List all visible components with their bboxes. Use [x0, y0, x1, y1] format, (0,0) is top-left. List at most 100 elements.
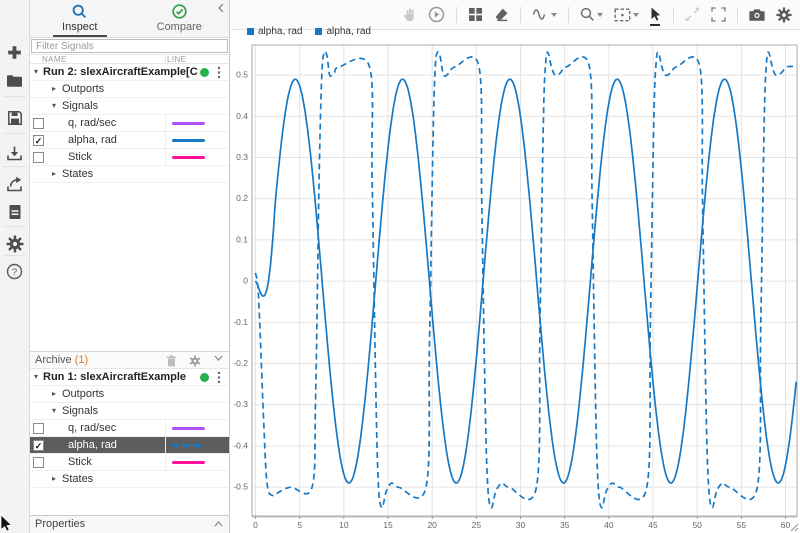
svg-text:20: 20 [427, 520, 437, 530]
column-name: NAME [42, 55, 67, 64]
create-report-button[interactable] [0, 197, 29, 227]
svg-text:-0.2: -0.2 [233, 358, 248, 368]
svg-text:45: 45 [648, 520, 658, 530]
signal-row-alpha[interactable]: alpha, rad [30, 437, 229, 454]
run2-title: Run 2: slexAircraftExample[Current] [43, 64, 198, 80]
svg-text:40: 40 [604, 520, 614, 530]
signal-line-swatch [172, 461, 205, 464]
signal-browser-panel: Inspect Compare NAME LINE ▾ Run 2: slexA… [30, 0, 230, 533]
help-button[interactable]: ? [0, 256, 29, 286]
svg-text:50: 50 [692, 520, 702, 530]
kebab-menu-icon[interactable] [217, 371, 221, 384]
group-row-outports[interactable]: ▸ Outports [30, 81, 229, 98]
svg-text:-0.5: -0.5 [233, 482, 248, 492]
help-icon: ? [6, 263, 23, 280]
archive-header[interactable]: Archive (1) [30, 351, 229, 369]
svg-text:30: 30 [516, 520, 526, 530]
resize-grip[interactable] [790, 523, 799, 532]
gear-icon[interactable] [189, 355, 201, 367]
svg-text:?: ? [12, 267, 17, 278]
left-toolbar: ? [0, 0, 30, 533]
signal-row-stick[interactable]: Stick [30, 149, 229, 166]
group-row-signals[interactable]: ▾ Signals [30, 98, 229, 115]
chevron-down-icon[interactable] [214, 355, 223, 361]
import-icon [6, 145, 23, 162]
time-plot[interactable]: 051015202530354045505560-0.5-0.4-0.3-0.2… [231, 0, 800, 533]
svg-text:15: 15 [383, 520, 393, 530]
svg-text:0: 0 [253, 520, 258, 530]
svg-text:55: 55 [737, 520, 747, 530]
run1-title: Run 1: slexAircraftExample [43, 369, 186, 385]
filter-signals-bar [30, 38, 229, 55]
simulation-data-inspector-window: ? Inspect Compare NAME LINE ▾ Run 2: sle… [0, 0, 800, 533]
collapse-sidebar-icon[interactable] [216, 3, 226, 13]
signal-checkbox[interactable] [33, 457, 44, 468]
gear-icon [6, 235, 24, 253]
mode-tabs: Inspect Compare [30, 0, 229, 38]
svg-text:10: 10 [339, 520, 349, 530]
tree-column-header: NAME LINE [30, 55, 229, 64]
signal-line-swatch [172, 122, 205, 125]
svg-text:0.5: 0.5 [236, 70, 248, 80]
chevron-up-icon[interactable] [214, 521, 223, 527]
column-line: LINE [167, 55, 186, 64]
group-row-signals[interactable]: ▾ Signals [30, 403, 229, 420]
search-icon [72, 4, 87, 19]
tab-compare-label: Compare [157, 21, 202, 33]
signal-checkbox[interactable] [33, 440, 44, 451]
svg-text:35: 35 [560, 520, 570, 530]
properties-label: Properties [35, 516, 85, 533]
signal-checkbox[interactable] [33, 135, 44, 146]
svg-text:0.2: 0.2 [236, 193, 248, 203]
signal-row-q[interactable]: q, rad/sec [30, 115, 229, 132]
run-row[interactable]: ▾ Run 2: slexAircraftExample[Current] [30, 64, 229, 81]
signal-line-swatch [172, 139, 205, 142]
svg-text:-0.1: -0.1 [233, 317, 248, 327]
svg-text:5: 5 [297, 520, 302, 530]
kebab-menu-icon[interactable] [217, 66, 221, 79]
signal-line-swatch [172, 156, 205, 159]
export-icon [6, 176, 23, 193]
signal-checkbox[interactable] [33, 152, 44, 163]
archive-title: Archive [35, 354, 72, 366]
svg-text:0: 0 [243, 276, 248, 286]
import-button[interactable] [0, 138, 29, 168]
signal-line-swatch [172, 444, 205, 447]
mouse-cursor [0, 515, 13, 533]
properties-bar[interactable]: Properties [30, 515, 229, 533]
signal-row-stick[interactable]: Stick [30, 454, 229, 471]
plus-icon [6, 44, 23, 61]
signal-checkbox[interactable] [33, 118, 44, 129]
run-status-dot [200, 68, 209, 77]
svg-text:0.1: 0.1 [236, 234, 248, 244]
folder-icon [6, 74, 23, 88]
svg-text:0.4: 0.4 [236, 111, 248, 121]
check-circle-icon [172, 4, 187, 19]
svg-text:-0.3: -0.3 [233, 399, 248, 409]
tab-inspect-label: Inspect [62, 21, 97, 33]
group-row-states[interactable]: ▸ States [30, 166, 229, 183]
open-button[interactable] [0, 66, 29, 96]
archive-section: Archive (1) ▾ Run 1: slexAircraftExample… [30, 351, 229, 488]
svg-text:-0.4: -0.4 [233, 440, 248, 450]
filter-signals-input[interactable] [31, 39, 228, 53]
tab-inspect[interactable]: Inspect [30, 0, 130, 37]
export-button[interactable] [0, 169, 29, 199]
group-row-states[interactable]: ▸ States [30, 471, 229, 488]
run-status-dot [200, 373, 209, 382]
signal-checkbox[interactable] [33, 423, 44, 434]
signal-row-alpha[interactable]: alpha, rad [30, 132, 229, 149]
run-row[interactable]: ▾ Run 1: slexAircraftExample [30, 369, 229, 386]
new-button[interactable] [0, 37, 29, 67]
svg-text:0.3: 0.3 [236, 152, 248, 162]
plot-area-panel: alpha, rad alpha, rad 051015202530354045… [231, 0, 800, 533]
trash-icon[interactable] [166, 355, 177, 367]
save-button[interactable] [0, 103, 29, 133]
report-icon [8, 204, 22, 220]
svg-text:25: 25 [472, 520, 482, 530]
save-icon [7, 110, 23, 126]
group-row-outports[interactable]: ▸ Outports [30, 386, 229, 403]
signal-row-q[interactable]: q, rad/sec [30, 420, 229, 437]
archive-count: (1) [75, 354, 88, 366]
tab-compare[interactable]: Compare [130, 0, 230, 37]
